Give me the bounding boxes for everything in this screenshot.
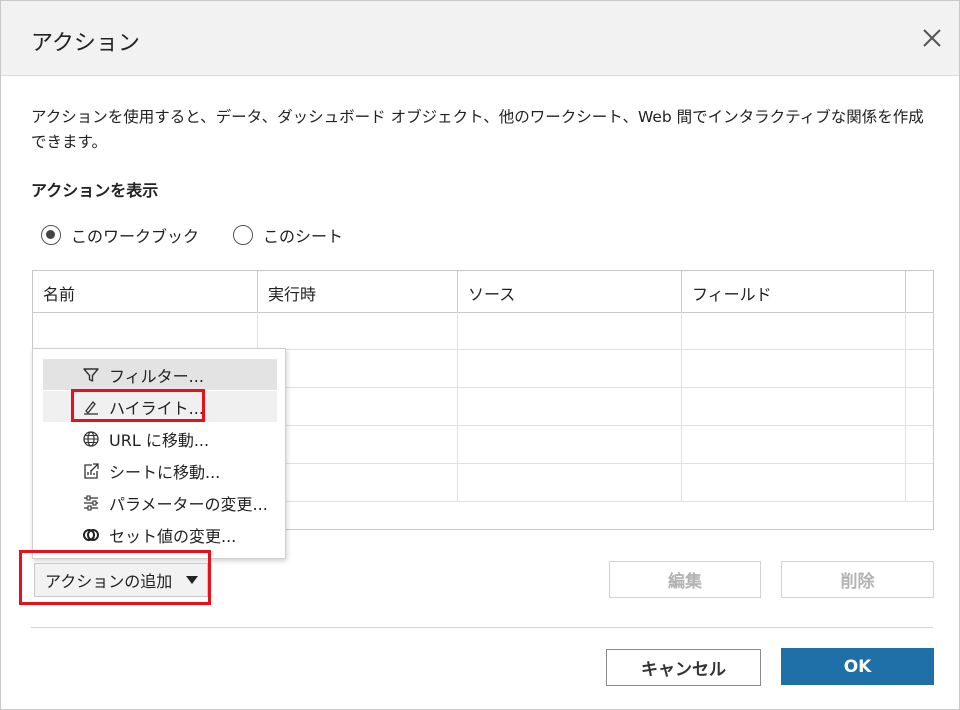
menu-item-highlight[interactable]: ハイライト...	[43, 391, 277, 422]
column-header-run-on[interactable]: 実行時	[258, 271, 458, 312]
menu-item-label: シートに移動...	[109, 462, 221, 482]
highlight-icon	[84, 401, 98, 415]
actions-dialog: アクション アクションを使用すると、データ、ダッシュボード オブジェクト、他のワ…	[0, 0, 960, 710]
menu-item-go-to-sheet[interactable]: シートに移動...	[43, 455, 277, 486]
column-header-field[interactable]: フィールド	[682, 271, 906, 312]
add-action-button[interactable]: アクションの追加	[34, 563, 208, 597]
ok-button[interactable]: OK	[781, 648, 934, 685]
dialog-description: アクションを使用すると、データ、ダッシュボード オブジェクト、他のワークシート、…	[31, 108, 924, 151]
set-icon	[83, 529, 99, 541]
menu-item-label: パラメーターの変更...	[109, 494, 268, 514]
menu-item-label: URL に移動...	[109, 430, 210, 450]
radio-selected-indicator	[41, 225, 61, 245]
menu-item-label: フィルター...	[109, 366, 204, 386]
table-row	[33, 312, 933, 350]
caret-down-icon	[186, 576, 198, 584]
filter-icon	[83, 368, 99, 382]
delete-button[interactable]: 削除	[781, 561, 934, 598]
radio-this-workbook[interactable]: このワークブック	[41, 223, 199, 247]
column-header-extra	[906, 271, 933, 312]
dialog-title: アクション	[31, 31, 140, 56]
add-action-label: アクションの追加	[45, 572, 173, 591]
menu-item-filter[interactable]: フィルター...	[43, 359, 277, 390]
cancel-button[interactable]: キャンセル	[606, 649, 761, 686]
globe-icon	[83, 431, 99, 447]
footer-divider	[31, 627, 933, 628]
menu-item-go-to-url[interactable]: URL に移動...	[43, 423, 277, 454]
menu-item-change-set-values[interactable]: セット値の変更...	[43, 519, 277, 550]
column-header-name[interactable]: 名前	[33, 271, 258, 312]
sheet-link-icon	[84, 463, 99, 479]
show-actions-label: アクションを表示	[31, 181, 159, 200]
menu-item-change-parameter[interactable]: パラメーターの変更...	[43, 487, 277, 518]
radio-this-sheet[interactable]: このシート	[233, 223, 343, 247]
close-icon[interactable]	[917, 23, 947, 53]
add-action-menu: フィルター... ハイライト... URL に移動... シートに移動... パ…	[32, 348, 286, 559]
radio-unselected-indicator	[233, 225, 253, 245]
edit-button[interactable]: 編集	[609, 561, 761, 598]
radio-workbook-label: このワークブック	[71, 227, 200, 246]
table-header: 名前 実行時 ソース フィールド	[33, 271, 933, 313]
sliders-icon	[84, 495, 98, 511]
radio-sheet-label: このシート	[263, 227, 344, 246]
menu-item-label: セット値の変更...	[109, 526, 237, 546]
menu-item-label: ハイライト...	[109, 398, 204, 418]
title-bar: アクション	[1, 1, 959, 76]
column-header-source[interactable]: ソース	[458, 271, 682, 312]
